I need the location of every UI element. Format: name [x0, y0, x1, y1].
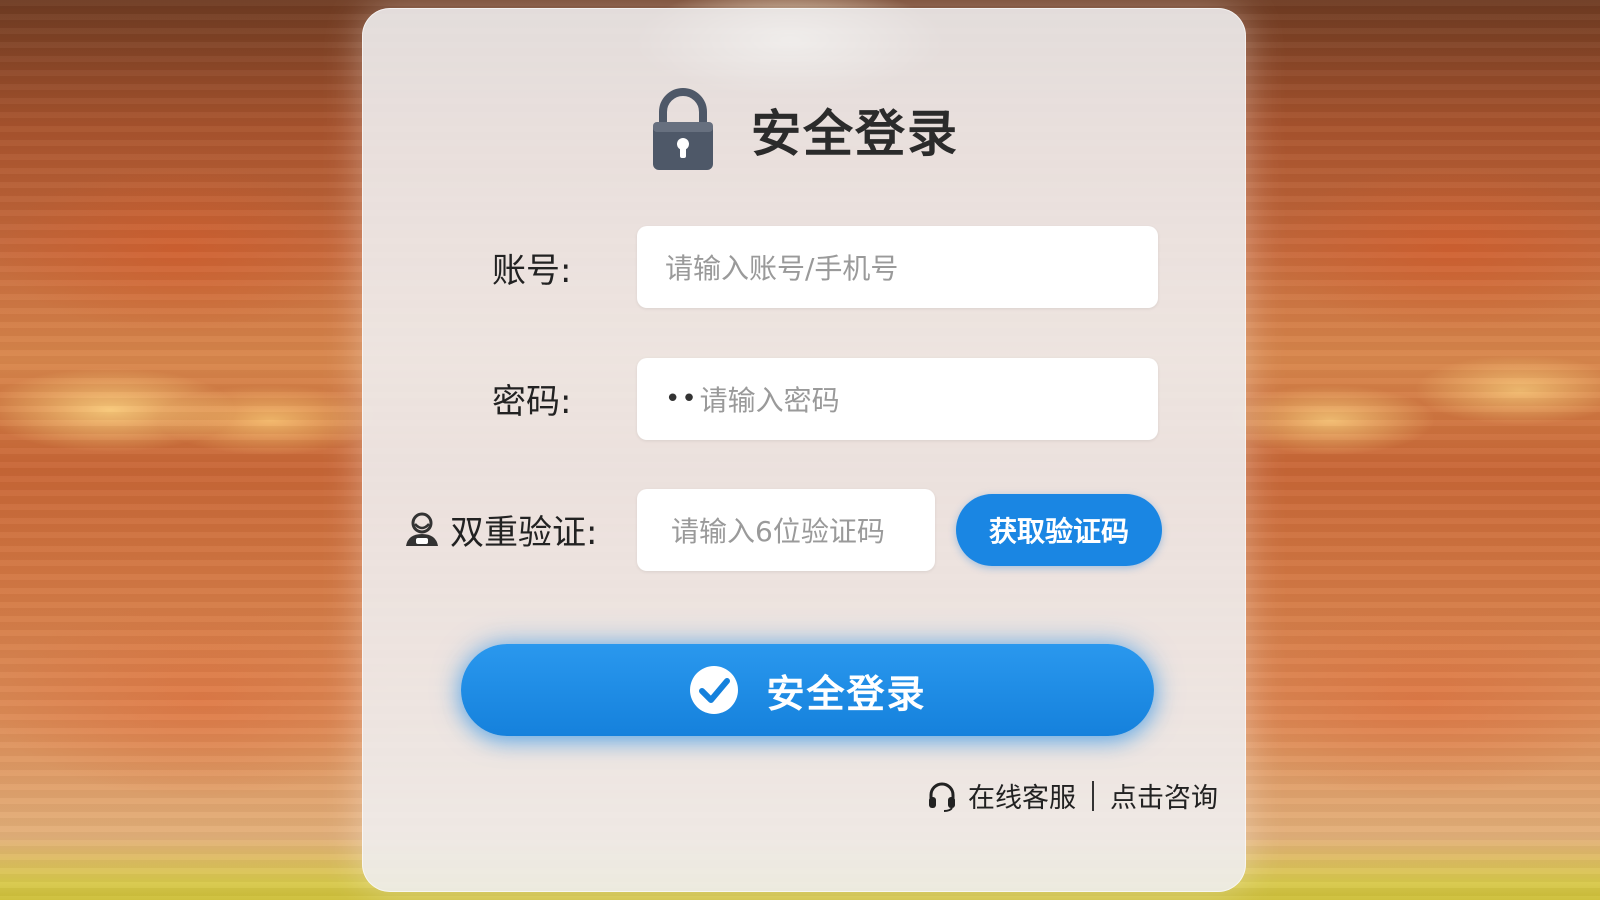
- two-factor-label: 双重验证:: [450, 513, 598, 553]
- support-label: 在线客服: [968, 783, 1076, 814]
- password-placeholder: 请输入密码: [699, 384, 840, 417]
- support-divider: [1092, 780, 1094, 811]
- user-shield-icon: [406, 512, 438, 546]
- two-factor-row: 双重验证:: [402, 505, 597, 554]
- verification-code-input[interactable]: 请输入6位验证码: [637, 489, 935, 571]
- stadium-background: 安全登录 账号: 请输入账号/手机号 密码: •• 请输入密码 双重验证: 请输…: [0, 0, 1600, 900]
- password-input[interactable]: •• 请输入密码: [637, 358, 1158, 440]
- login-header: 安全登录: [362, 88, 1246, 172]
- login-card: 安全登录 账号: 请输入账号/手机号 密码: •• 请输入密码 双重验证: 请输…: [362, 8, 1246, 892]
- account-input[interactable]: 请输入账号/手机号: [637, 226, 1158, 308]
- account-label: 账号:: [492, 251, 572, 291]
- support-consult-link[interactable]: 点击咨询: [1110, 776, 1218, 815]
- check-circle-icon: [690, 666, 739, 714]
- password-mask: ••: [665, 384, 698, 414]
- login-button[interactable]: 安全登录: [461, 644, 1154, 736]
- get-code-button[interactable]: 获取验证码: [956, 494, 1162, 566]
- account-row: 账号:: [492, 243, 571, 292]
- customer-support: 在线客服 点击咨询: [926, 776, 1218, 815]
- password-label: 密码:: [492, 382, 572, 422]
- headset-icon: [929, 782, 955, 812]
- page-title: 安全登录: [751, 105, 959, 163]
- lock-icon: [653, 88, 713, 170]
- two-factor-label-group: 双重验证:: [402, 505, 597, 554]
- verification-code-placeholder: 请输入6位验证码: [671, 515, 885, 548]
- password-row: 密码:: [492, 374, 571, 423]
- account-placeholder: 请输入账号/手机号: [665, 252, 899, 285]
- login-button-label: 安全登录: [766, 671, 927, 716]
